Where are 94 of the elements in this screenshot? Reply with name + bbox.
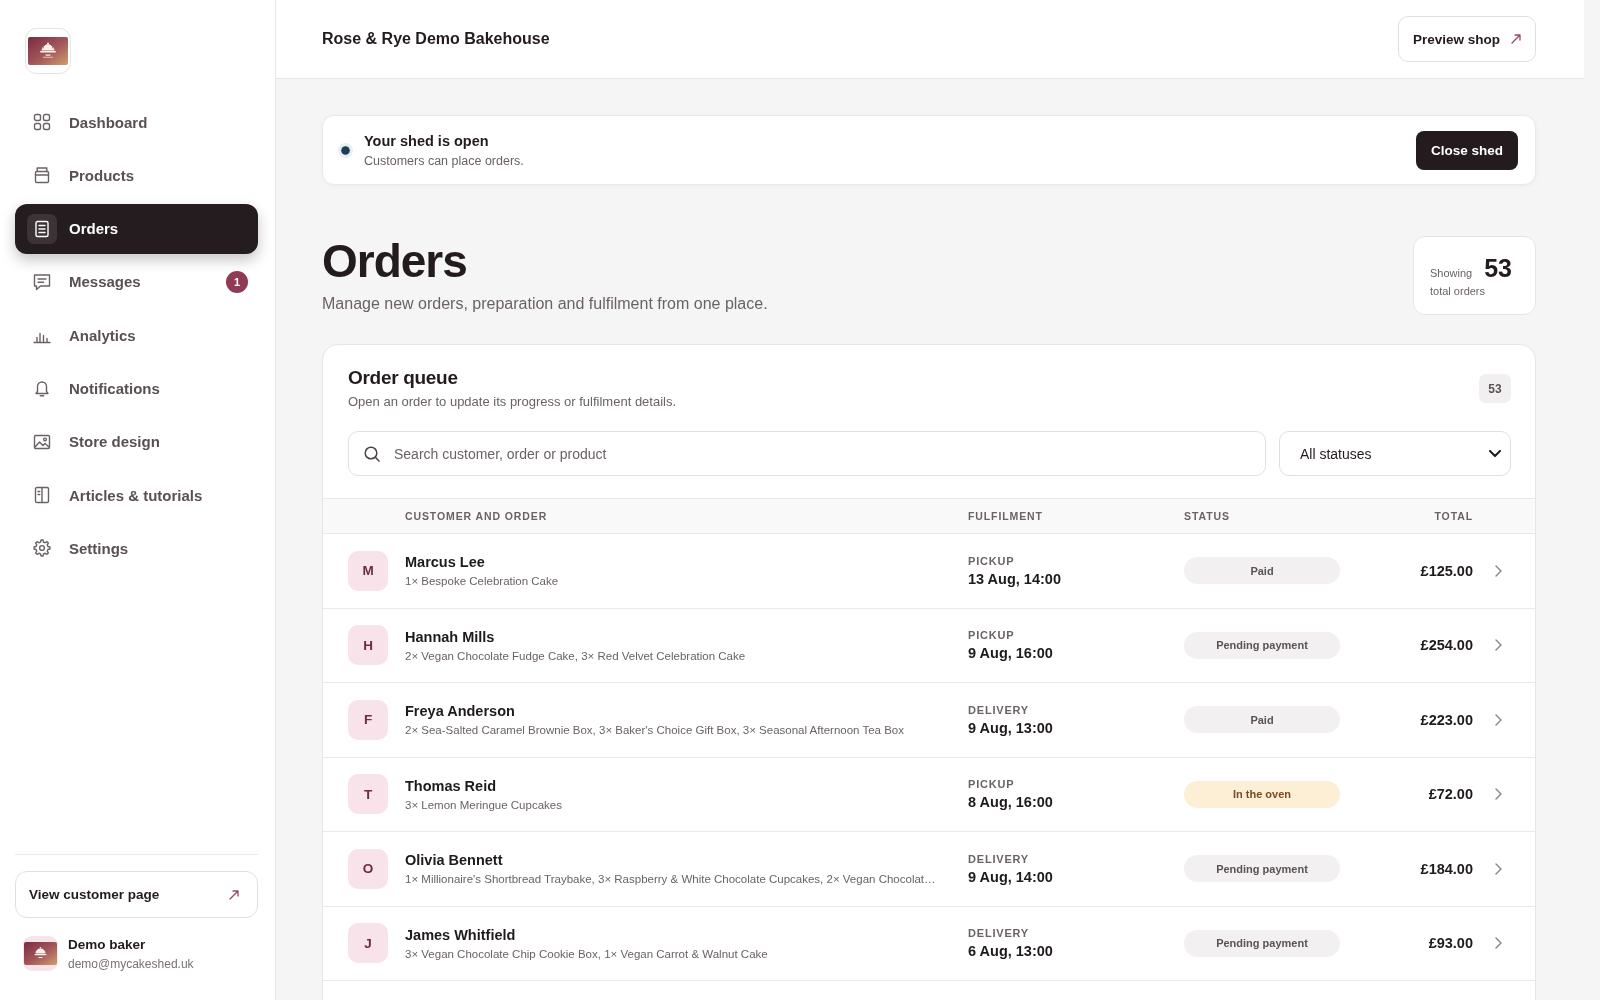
store-name: Rose & Rye Demo Bakehouse xyxy=(322,30,550,48)
fulfilment-time: 6 Aug, 13:00 xyxy=(968,943,1053,960)
user-name: Demo baker xyxy=(68,936,146,952)
nav-item[interactable]: Products xyxy=(15,150,258,201)
search-icon xyxy=(364,445,380,462)
chevron-right-icon[interactable] xyxy=(1495,639,1502,652)
nav-item[interactable]: Store design xyxy=(15,416,258,467)
view-customer-page-button[interactable]: View customer page xyxy=(15,871,258,918)
document-icon xyxy=(27,213,57,244)
nav-item[interactable]: Dashboard xyxy=(15,97,258,147)
nav-item[interactable]: Messages 1 xyxy=(15,256,258,307)
status-tag: Pending payment xyxy=(1184,929,1340,957)
column-header: TOTAL xyxy=(1434,510,1473,522)
summary-label: Showing xyxy=(1430,266,1473,279)
order-total: £223.00 xyxy=(1420,711,1473,728)
box-icon xyxy=(33,166,51,185)
user-email: demo@mycakeshed.uk xyxy=(68,956,194,971)
page-subtitle: Manage new orders, preparation and fulfilment from one place. xyxy=(322,294,768,314)
queue-count: 53 xyxy=(1479,374,1511,403)
chevron-down-icon xyxy=(1489,450,1501,457)
order-total: £125.00 xyxy=(1420,562,1473,579)
status-tag: Paid xyxy=(1184,557,1340,585)
chevron-right-icon[interactable] xyxy=(1495,564,1502,577)
fulfilment-time: 9 Aug, 13:00 xyxy=(968,719,1053,736)
column-header: CUSTOMER AND ORDER xyxy=(405,510,548,522)
bell-icon xyxy=(33,379,51,398)
order-items: 3× Vegan Chocolate Chip Cookie Box, 1× Vegan Carrot & Walnut Cake xyxy=(405,947,768,960)
preview-shop-button[interactable]: Preview shop xyxy=(1397,16,1536,62)
order-total: £184.00 xyxy=(1420,860,1473,877)
order-items: 2× Vegan Chocolate Fudge Cake, 3× Red Velvet Celebration Cake xyxy=(405,649,746,662)
nav-item[interactable]: Articles & tutorials xyxy=(15,470,258,521)
fulfilment-time: 8 Aug, 16:00 xyxy=(968,794,1053,811)
status-title: Your shed is open xyxy=(364,132,489,149)
order-items: 3× Lemon Meringue Cupcakes xyxy=(405,798,562,811)
nav-item[interactable]: Analytics xyxy=(15,310,258,361)
summary-count: 53 xyxy=(1484,254,1512,281)
arrow-up-right-icon xyxy=(1511,34,1521,44)
customer-name: Freya Anderson xyxy=(405,703,515,720)
status-tag: Pending payment xyxy=(1184,631,1340,659)
message-count-badge: 1 xyxy=(226,270,248,293)
order-total: £254.00 xyxy=(1420,637,1473,654)
page-title: Orders xyxy=(322,238,467,284)
arrow-up-right-icon xyxy=(229,889,239,900)
customer-initial: H xyxy=(348,625,388,666)
fulfilment-type: DELIVERY xyxy=(968,852,1029,865)
status-message: Customers can place orders. xyxy=(364,153,524,168)
order-items: 1× Millionaire's Shortbread Traybake, 3× Raspberry & White Chocolate Cupcakes, 2× Vegan Chocolat… xyxy=(405,873,936,886)
search-field[interactable]: Search customer, order or product xyxy=(348,431,1266,476)
status-tag: In the oven xyxy=(1184,780,1340,808)
chevron-right-icon[interactable] xyxy=(1495,713,1502,726)
fulfilment-type: PICKUP xyxy=(968,778,1015,791)
order-items: 2× Sea-Salted Caramel Brownie Box, 3× Baker's Choice Gift Box, 3× Seasonal Afternoon Tea Box xyxy=(405,724,904,737)
customer-name: Hannah Mills xyxy=(405,628,495,645)
customer-initial: O xyxy=(348,848,388,889)
fulfilment-type: DELIVERY xyxy=(968,703,1029,716)
image-icon xyxy=(33,432,51,451)
summary-caption: total orders xyxy=(1430,284,1486,297)
customer-initial: F xyxy=(348,699,388,740)
fulfilment-type: DELIVERY xyxy=(968,927,1029,940)
fulfilment-time: 13 Aug, 14:00 xyxy=(968,570,1061,587)
column-header: STATUS xyxy=(1184,510,1230,522)
order-total: £93.00 xyxy=(1428,935,1473,952)
nav-item[interactable]: Notifications xyxy=(15,363,258,414)
cloche-avatar-icon xyxy=(23,936,58,971)
column-header: FULFILMENT xyxy=(968,510,1043,522)
customer-initial: M xyxy=(348,550,388,591)
book-icon xyxy=(33,486,51,505)
chat-bubble-icon xyxy=(33,272,51,291)
customer-name: Thomas Reid xyxy=(405,777,497,794)
customer-name: Marcus Lee xyxy=(405,554,485,571)
fulfilment-type: PICKUP xyxy=(968,629,1015,642)
order-total: £72.00 xyxy=(1428,786,1473,803)
queue-title: Order queue xyxy=(348,366,458,390)
gear-icon xyxy=(33,539,51,558)
customer-name: James Whitfield xyxy=(405,926,516,943)
customer-initial: T xyxy=(348,774,388,815)
nav-item[interactable]: Orders xyxy=(15,203,258,254)
chevron-right-icon[interactable] xyxy=(1495,788,1502,801)
customer-initial: J xyxy=(348,923,388,964)
chevron-right-icon[interactable] xyxy=(1495,937,1502,950)
queue-subtitle: Open an order to update its progress or fulfilment details. xyxy=(348,393,677,411)
nav-item[interactable]: Settings xyxy=(15,523,258,574)
customer-name: Olivia Bennett xyxy=(405,852,503,869)
close-shed-button[interactable]: Close shed xyxy=(1415,130,1518,170)
grid-icon xyxy=(33,113,51,131)
cloche-logo-icon xyxy=(25,28,71,74)
status-tag: Paid xyxy=(1184,706,1340,734)
status-tag: Pending payment xyxy=(1184,855,1340,883)
fulfilment-type: PICKUP xyxy=(968,554,1015,567)
status-filter-dropdown[interactable]: All statuses xyxy=(1279,431,1511,476)
chevron-right-icon[interactable] xyxy=(1495,862,1502,875)
fulfilment-time: 9 Aug, 16:00 xyxy=(968,645,1053,662)
order-items: 1× Bespoke Celebration Cake xyxy=(405,575,559,588)
fulfilment-time: 9 Aug, 14:00 xyxy=(968,868,1053,885)
